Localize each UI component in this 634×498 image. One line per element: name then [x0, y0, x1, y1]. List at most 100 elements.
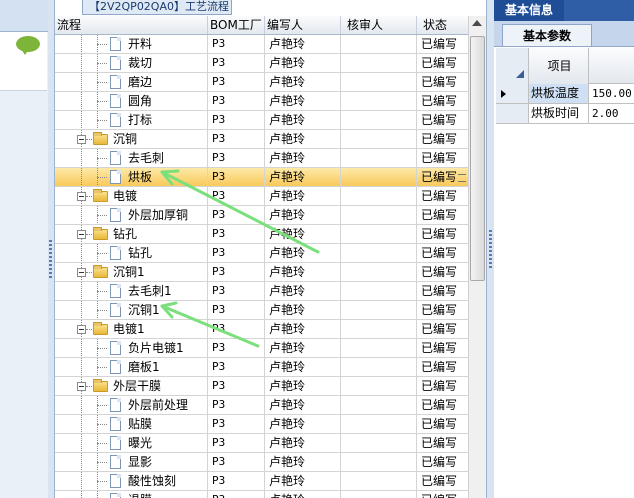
reviewer-cell[interactable]	[341, 377, 417, 395]
bom-cell[interactable]: P3	[208, 92, 265, 110]
flow-cell[interactable]: 去毛刺1	[55, 282, 208, 300]
status-cell[interactable]: 已编写	[417, 187, 468, 205]
column-header-bom[interactable]: BOM工厂	[208, 16, 265, 34]
tree-step-row[interactable]: 圆角 P3 卢艳玲 已编写	[55, 92, 468, 111]
author-cell[interactable]: 卢艳玲	[265, 54, 341, 72]
bom-cell[interactable]: P3	[208, 491, 265, 498]
reviewer-cell[interactable]	[341, 73, 417, 91]
tree-step-row[interactable]: 磨边 P3 卢艳玲 已编写	[55, 73, 468, 92]
tree-step-row[interactable]: 酸性蚀刻 P3 卢艳玲 已编写	[55, 472, 468, 491]
status-cell[interactable]: 已编写	[417, 358, 468, 376]
flow-cell[interactable]: 钻孔	[55, 225, 208, 243]
status-cell[interactable]: 已编写	[417, 149, 468, 167]
author-cell[interactable]: 卢艳玲	[265, 415, 341, 433]
tree-step-row[interactable]: 贴膜 P3 卢艳玲 已编写	[55, 415, 468, 434]
tree-folder-row[interactable]: 沉铜1 P3 卢艳玲 已编写	[55, 263, 468, 282]
bom-cell[interactable]: P3	[208, 225, 265, 243]
bom-cell[interactable]: P3	[208, 111, 265, 129]
flow-cell[interactable]: 磨板1	[55, 358, 208, 376]
tree-step-row[interactable]: 去毛刺 P3 卢艳玲 已编写	[55, 149, 468, 168]
tree-step-row[interactable]: 负片电镀1 P3 卢艳玲 已编写	[55, 339, 468, 358]
scrollbar-thumb[interactable]	[470, 36, 485, 281]
collapse-toggle-icon[interactable]	[77, 230, 86, 239]
collapse-toggle-icon[interactable]	[77, 268, 86, 277]
flow-cell[interactable]: 曝光	[55, 434, 208, 452]
tree-step-row[interactable]: 开料 P3 卢艳玲 已编写	[55, 35, 468, 54]
author-cell[interactable]: 卢艳玲	[265, 111, 341, 129]
tree-folder-row[interactable]: 沉铜 P3 卢艳玲 已编写	[55, 130, 468, 149]
status-cell[interactable]: 已编写	[417, 225, 468, 243]
tree-step-row[interactable]: 烘板 P3 卢艳玲 已编写	[55, 168, 468, 187]
left-splitter[interactable]	[48, 0, 55, 498]
flow-cell[interactable]: 外层前处理	[55, 396, 208, 414]
status-cell[interactable]: 已编写	[417, 491, 468, 498]
author-cell[interactable]: 卢艳玲	[265, 206, 341, 224]
flow-cell[interactable]: 显影	[55, 453, 208, 471]
property-name[interactable]: 烘板温度	[529, 84, 589, 103]
bom-cell[interactable]: P3	[208, 358, 265, 376]
author-cell[interactable]: 卢艳玲	[265, 168, 341, 186]
status-cell[interactable]: 已编写	[417, 244, 468, 262]
reviewer-cell[interactable]	[341, 187, 417, 205]
bom-cell[interactable]: P3	[208, 472, 265, 490]
status-cell[interactable]: 已编写	[417, 130, 468, 148]
bom-cell[interactable]: P3	[208, 168, 265, 186]
reviewer-cell[interactable]	[341, 206, 417, 224]
reviewer-cell[interactable]	[341, 92, 417, 110]
tree-folder-row[interactable]: 电镀 P3 卢艳玲 已编写	[55, 187, 468, 206]
status-cell[interactable]: 已编写	[417, 415, 468, 433]
reviewer-cell[interactable]	[341, 472, 417, 490]
author-cell[interactable]: 卢艳玲	[265, 396, 341, 414]
author-cell[interactable]: 卢艳玲	[265, 491, 341, 498]
bom-cell[interactable]: P3	[208, 339, 265, 357]
author-cell[interactable]: 卢艳玲	[265, 35, 341, 53]
flow-cell[interactable]: 打标	[55, 111, 208, 129]
reviewer-cell[interactable]	[341, 282, 417, 300]
tree-step-row[interactable]: 退膜 P3卢艳玲 已编写	[55, 491, 468, 498]
bom-cell[interactable]: P3	[208, 244, 265, 262]
author-cell[interactable]: 卢艳玲	[265, 92, 341, 110]
tree-step-row[interactable]: 外层加厚铜 P3 卢艳玲 已编写	[55, 206, 468, 225]
flow-cell[interactable]: 沉铜1	[55, 263, 208, 281]
flow-cell[interactable]: 酸性蚀刻	[55, 472, 208, 490]
bom-cell[interactable]: P3	[208, 35, 265, 53]
tree-step-row[interactable]: 外层前处理 P3 卢艳玲 已编写	[55, 396, 468, 415]
bom-cell[interactable]: P3	[208, 396, 265, 414]
collapse-toggle-icon[interactable]	[77, 382, 86, 391]
document-tab[interactable]: 【2V2QP02QA0】工艺流程	[82, 0, 232, 15]
collapse-toggle-icon[interactable]	[77, 192, 86, 201]
collapse-toggle-icon[interactable]	[77, 325, 86, 334]
status-cell[interactable]: 已编写	[417, 453, 468, 471]
reviewer-cell[interactable]	[341, 35, 417, 53]
property-name[interactable]: 烘板时间	[529, 104, 589, 123]
property-value[interactable]: 2.00	[589, 104, 634, 123]
bom-cell[interactable]: P3	[208, 415, 265, 433]
bom-cell[interactable]: P3	[208, 149, 265, 167]
bom-cell[interactable]: P3	[208, 453, 265, 471]
tree-folder-row[interactable]: 电镀1 P3 卢艳玲 已编写	[55, 320, 468, 339]
reviewer-cell[interactable]	[341, 358, 417, 376]
reviewer-cell[interactable]	[341, 130, 417, 148]
flow-cell[interactable]: 贴膜	[55, 415, 208, 433]
reviewer-cell[interactable]	[341, 396, 417, 414]
reviewer-cell[interactable]	[341, 491, 417, 498]
property-row[interactable]: 烘板时间 2.00	[496, 104, 634, 124]
tree-step-row[interactable]: 打标 P3 卢艳玲 已编写	[55, 111, 468, 130]
status-cell[interactable]: 已编写	[417, 35, 468, 53]
flow-cell[interactable]: 外层干膜	[55, 377, 208, 395]
author-cell[interactable]: 卢艳玲	[265, 130, 341, 148]
bom-cell[interactable]: P3	[208, 187, 265, 205]
reviewer-cell[interactable]	[341, 453, 417, 471]
scroll-up-icon[interactable]	[472, 20, 482, 26]
status-cell[interactable]: 已编写	[417, 320, 468, 338]
flow-cell[interactable]: 开料	[55, 35, 208, 53]
status-cell[interactable]: 已编写	[417, 339, 468, 357]
tree-step-row[interactable]: 去毛刺1 P3 卢艳玲 已编写	[55, 282, 468, 301]
reviewer-cell[interactable]	[341, 111, 417, 129]
author-cell[interactable]: 卢艳玲	[265, 358, 341, 376]
flow-cell[interactable]: 沉铜	[55, 130, 208, 148]
tree-step-row[interactable]: 曝光 P3 卢艳玲 已编写	[55, 434, 468, 453]
tree-step-row[interactable]: 磨板1 P3 卢艳玲 已编写	[55, 358, 468, 377]
tree-step-row[interactable]: 显影 P3 卢艳玲 已编写	[55, 453, 468, 472]
reviewer-cell[interactable]	[341, 168, 417, 186]
